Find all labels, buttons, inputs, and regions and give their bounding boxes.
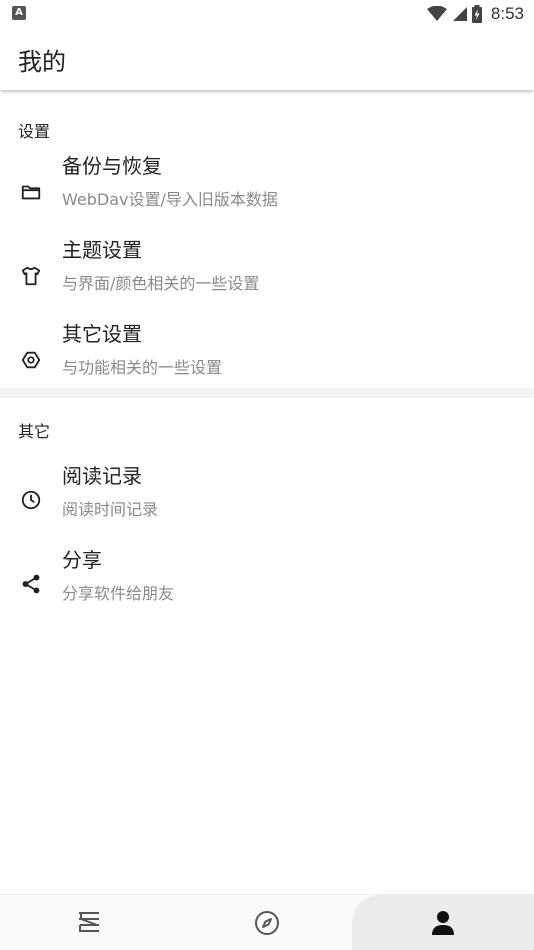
bookshelf-icon bbox=[79, 912, 99, 932]
section-header: 其它 bbox=[0, 398, 534, 464]
item-title: 阅读记录 bbox=[62, 464, 142, 488]
share-icon bbox=[19, 572, 43, 596]
list-item-reading-history[interactable]: 阅读记录 阅读时间记录 bbox=[0, 464, 534, 548]
notification-app-icon: A bbox=[12, 6, 26, 20]
item-subtitle: 分享软件给朋友 bbox=[62, 584, 175, 603]
page-title: 我的 bbox=[18, 48, 66, 76]
section-title: 其它 bbox=[18, 422, 51, 441]
item-title: 分享 bbox=[62, 548, 102, 572]
item-title: 主题设置 bbox=[62, 238, 142, 262]
compass-icon bbox=[255, 911, 279, 935]
item-subtitle: 与功能相关的一些设置 bbox=[62, 358, 223, 377]
clock-icon bbox=[19, 488, 43, 512]
item-subtitle: 与界面/颜色相关的一些设置 bbox=[62, 274, 260, 293]
item-title: 其它设置 bbox=[62, 322, 142, 346]
wifi-icon bbox=[426, 6, 447, 21]
tab-bookshelf[interactable] bbox=[0, 895, 178, 950]
status-icons: 8:53 bbox=[426, 3, 524, 25]
list-item-share[interactable]: 分享 分享软件给朋友 bbox=[0, 548, 534, 632]
settings-hex-icon bbox=[19, 348, 43, 372]
person-icon bbox=[432, 911, 454, 935]
item-subtitle: WebDav设置/导入旧版本数据 bbox=[62, 190, 278, 209]
signal-icon bbox=[452, 7, 467, 21]
section-other: 其它 阅读记录 阅读时间记录 分享 分享软件给朋友 bbox=[0, 398, 534, 632]
settings-list: 设置 备份与恢复 WebDav设置/导入旧版本数据 主题设置 与界面/颜色相关的… bbox=[0, 90, 534, 632]
battery-charging-icon bbox=[471, 5, 482, 23]
status-time: 8:53 bbox=[490, 4, 524, 23]
folder-icon bbox=[19, 180, 43, 204]
section-title: 设置 bbox=[18, 122, 51, 141]
item-title: 备份与恢复 bbox=[62, 154, 162, 178]
item-subtitle: 阅读时间记录 bbox=[62, 500, 159, 519]
section-settings: 设置 备份与恢复 WebDav设置/导入旧版本数据 主题设置 与界面/颜色相关的… bbox=[0, 90, 534, 420]
top-app-bar: 我的 bbox=[0, 28, 534, 90]
bottom-navigation bbox=[0, 894, 534, 950]
tab-discover[interactable] bbox=[178, 895, 356, 950]
status-bar: A 8:53 bbox=[0, 0, 534, 28]
shirt-icon bbox=[19, 264, 43, 288]
tab-profile[interactable] bbox=[352, 895, 534, 950]
